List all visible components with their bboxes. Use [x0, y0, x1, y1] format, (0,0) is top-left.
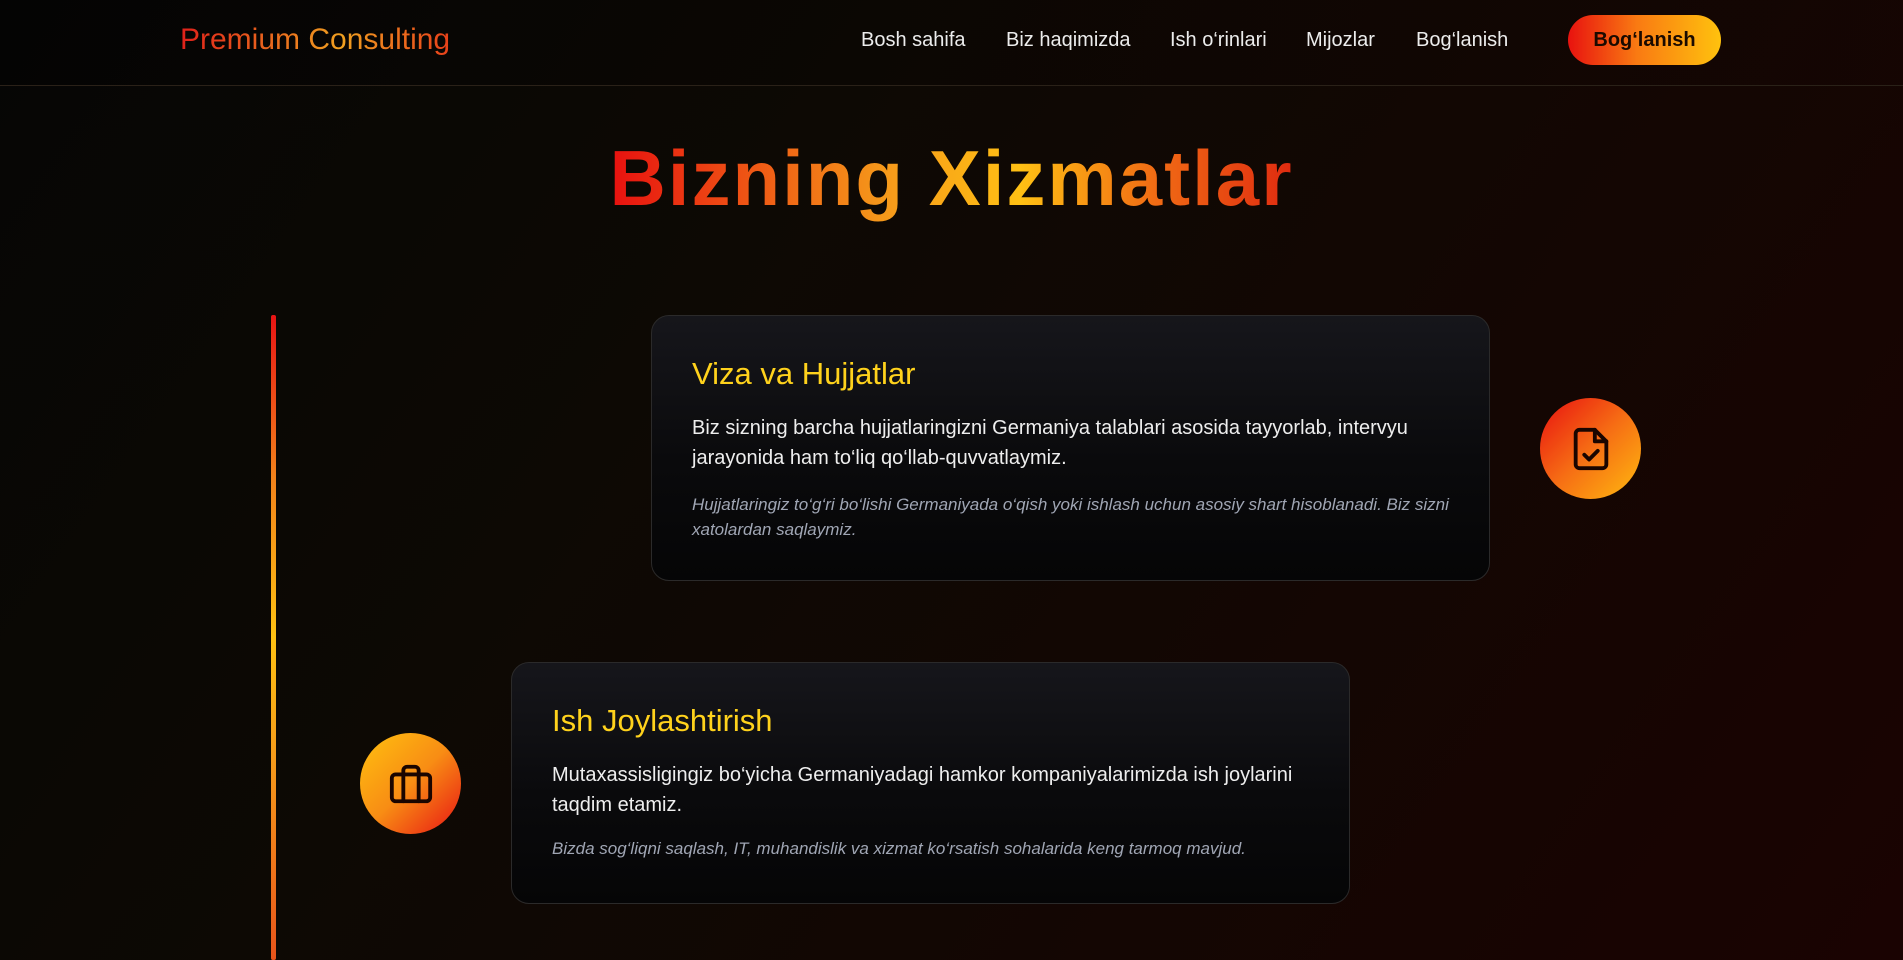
- contact-button[interactable]: Bog‘lanish: [1568, 15, 1721, 65]
- page-title-text: Bizning Xizmatlar: [609, 134, 1294, 222]
- nav-link-jobs[interactable]: Ish o‘rinlari: [1170, 28, 1267, 52]
- service-description: Mutaxassisligingiz bo‘yicha Germaniyadag…: [552, 764, 1293, 816]
- timeline-line: [271, 315, 276, 960]
- service-title: Viza va Hujjatlar: [692, 356, 916, 391]
- service-card-visa: Viza va Hujjatlar Biz sizning barcha huj…: [651, 315, 1490, 581]
- service-title: Ish Joylashtirish: [552, 703, 773, 738]
- briefcase-icon: [360, 733, 461, 834]
- service-card-jobs: Ish Joylashtirish Mutaxassisligingiz bo‘…: [511, 662, 1350, 904]
- nav-link-home[interactable]: Bosh sahifa: [861, 28, 966, 52]
- navbar: Premium Consulting Bosh sahifa Biz haqim…: [0, 0, 1903, 86]
- service-description: Biz sizning barcha hujjatlaringizni Germ…: [692, 417, 1408, 469]
- service-note: Hujjatlaringiz to‘g‘ri bo‘lishi Germaniy…: [692, 495, 1449, 539]
- page-title: Bizning Xizmatlar: [0, 133, 1903, 223]
- file-check-icon: [1540, 398, 1641, 499]
- nav-link-contact[interactable]: Bog‘lanish: [1416, 28, 1508, 52]
- nav-link-about[interactable]: Biz haqimizda: [1006, 28, 1131, 52]
- nav-link-clients[interactable]: Mijozlar: [1306, 28, 1375, 52]
- service-note: Bizda sog‘liqni saqlash, IT, muhandislik…: [552, 839, 1246, 858]
